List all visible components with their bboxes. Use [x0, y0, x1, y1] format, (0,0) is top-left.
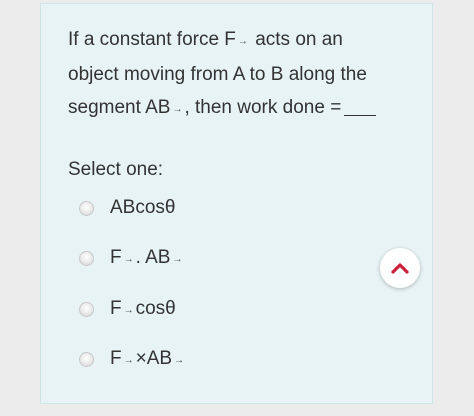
radio-button[interactable]: [79, 200, 94, 216]
option-3[interactable]: F → cosθ: [79, 294, 176, 324]
option-2[interactable]: F →. AB →: [79, 243, 184, 273]
vector-arrow: →: [172, 104, 183, 115]
radio-button[interactable]: [79, 351, 94, 367]
scroll-up-button[interactable]: [380, 248, 420, 288]
option-3-label: F → cosθ: [110, 298, 176, 319]
vector-arrow: →: [172, 254, 183, 265]
question-line-2: object moving from A to B along the: [68, 64, 367, 85]
vector-arrow: →: [123, 254, 134, 265]
option-1-label: ABcosθ: [110, 197, 176, 218]
option-1[interactable]: ABcosθ: [79, 193, 175, 223]
option-2-label: F →. AB →: [110, 247, 183, 268]
vector-arrow: →: [174, 355, 185, 366]
chevron-up-icon: [391, 263, 409, 274]
vector-arrow: →: [123, 305, 134, 316]
answer-blank: [344, 115, 377, 116]
option-4[interactable]: F → ×AB →: [79, 344, 186, 374]
vector-arrow: →: [123, 355, 134, 366]
question-card: If a constant force F → acts on an object…: [40, 3, 433, 404]
option-4-label: F → ×AB →: [110, 348, 185, 369]
select-one-label: Select one:: [68, 159, 164, 180]
question-line-1: If a constant force F → acts on an: [68, 23, 423, 58]
question-text: If a constant force F → acts on an object…: [68, 23, 423, 126]
radio-button[interactable]: [79, 250, 94, 266]
vector-arrow: →: [237, 36, 248, 47]
radio-button[interactable]: [79, 301, 94, 317]
question-line-3: segment AB →, then work done =: [68, 91, 423, 126]
